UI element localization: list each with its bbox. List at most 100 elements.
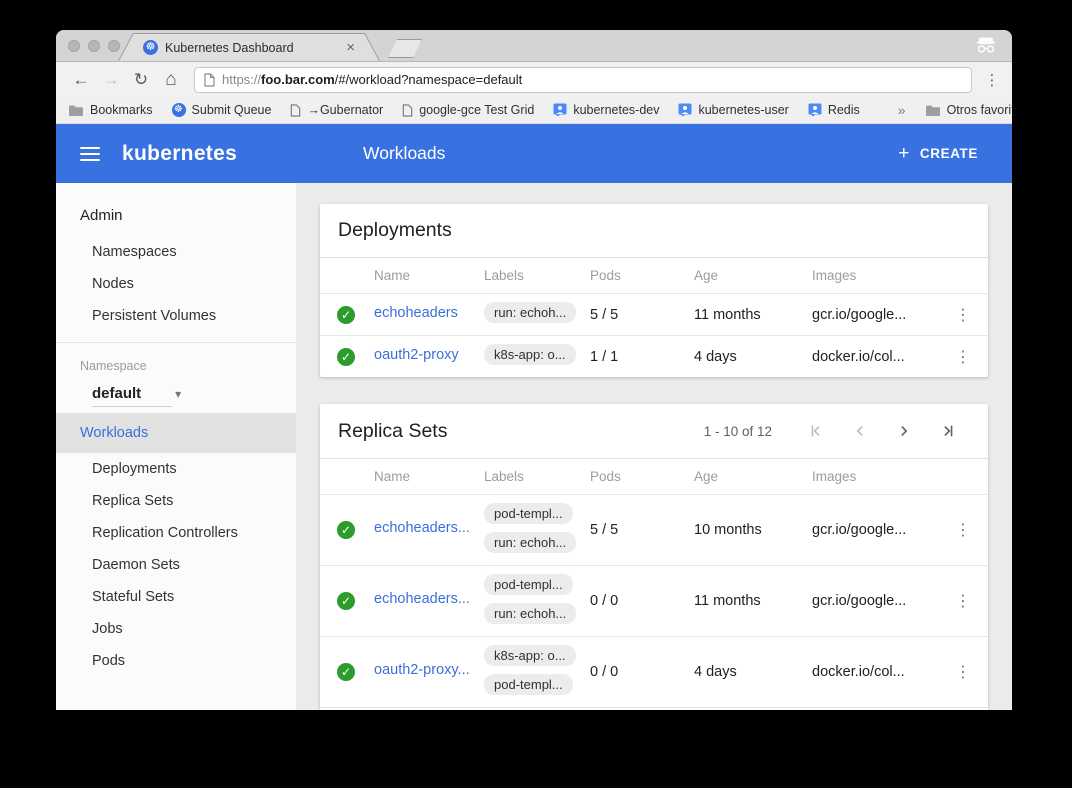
bookmark-kubernetes-dev[interactable]: kubernetes-dev <box>553 103 659 117</box>
column-header-name: Name <box>374 459 484 495</box>
sidebar-item-jobs[interactable]: Jobs <box>56 613 296 645</box>
browser-toolbar: ← → ↻ ⌂ https://foo.bar.com/#/workload?n… <box>56 62 1012 97</box>
replica-set-link[interactable]: echoheaders... <box>374 591 470 607</box>
namespace-underline <box>92 406 172 407</box>
address-bar[interactable]: https://foo.bar.com/#/workload?namespace… <box>194 67 972 93</box>
reload-icon[interactable]: ↻ <box>128 70 154 90</box>
groups-icon <box>808 103 822 117</box>
row-menu-icon[interactable]: ⋮ <box>942 662 984 682</box>
pods-cell: 5 / 5 <box>590 495 694 566</box>
bookmark-redis[interactable]: Redis <box>808 103 860 117</box>
home-icon[interactable]: ⌂ <box>158 69 184 91</box>
previous-page-icon[interactable] <box>838 419 882 443</box>
bookmark-label: kubernetes-user <box>698 103 788 117</box>
images-cell: gcr.io/google... <box>812 294 942 336</box>
bookmark-submit-queue[interactable]: ☸ Submit Queue <box>172 103 272 117</box>
row-menu-icon[interactable]: ⋮ <box>942 347 984 367</box>
page-icon <box>204 73 215 87</box>
sidebar: Admin Namespaces Nodes Persistent Volume… <box>56 183 296 710</box>
browser-menu-icon[interactable]: ⋮ <box>982 71 1002 89</box>
images-cell: gcr.io/google... <box>812 566 942 637</box>
sidebar-item-persistent-volumes[interactable]: Persistent Volumes <box>56 300 296 332</box>
column-header-labels: Labels <box>484 258 590 294</box>
table-row: ✓ oauth2-proxy k8s-app: o... 1 / 1 4 day… <box>320 336 988 378</box>
last-page-icon[interactable] <box>926 419 970 443</box>
kubernetes-icon: ☸ <box>172 103 186 117</box>
status-ok-icon: ✓ <box>337 306 355 324</box>
age-cell: 4 days <box>694 336 812 378</box>
pagination-range: 1 - 10 of 12 <box>704 424 772 439</box>
create-button[interactable]: + CREATE <box>888 135 988 173</box>
deployment-link[interactable]: echoheaders <box>374 305 458 321</box>
sidebar-item-replica-sets[interactable]: Replica Sets <box>56 485 296 517</box>
pods-cell: 1 / 1 <box>590 336 694 378</box>
pods-cell: 0 / 0 <box>590 566 694 637</box>
tab-title: Kubernetes Dashboard <box>165 41 339 55</box>
sidebar-item-deployments[interactable]: Deployments <box>56 453 296 485</box>
row-menu-icon[interactable]: ⋮ <box>942 591 984 611</box>
bookmark-label: kubernetes-dev <box>573 103 659 117</box>
deployments-table: Name Labels Pods Age Images ✓ echoheader… <box>320 258 988 377</box>
age-cell: 10 months <box>694 495 812 566</box>
pods-cell: 0 / 0 <box>590 637 694 708</box>
replica-set-link[interactable]: oauth2-proxy... <box>374 662 470 678</box>
bookmarks-overflow-icon[interactable]: » <box>898 102 906 118</box>
label-chip: pod-templ... <box>484 674 573 695</box>
sidebar-item-replication-controllers[interactable]: Replication Controllers <box>56 517 296 549</box>
title-bar: ☸ Kubernetes Dashboard × <box>56 30 1012 62</box>
url-domain: foo.bar.com <box>261 72 335 87</box>
url-scheme: https:// <box>222 72 261 87</box>
groups-icon <box>553 103 567 117</box>
close-button[interactable] <box>68 40 80 52</box>
page-icon <box>402 104 413 117</box>
tab-close-icon[interactable]: × <box>346 40 355 55</box>
new-tab-button[interactable] <box>388 39 422 58</box>
kubernetes-favicon-icon: ☸ <box>143 40 158 55</box>
replica-set-link[interactable]: echoheaders... <box>374 520 470 536</box>
sidebar-item-workloads[interactable]: Workloads <box>56 413 296 453</box>
pods-cell: 5 / 5 <box>590 294 694 336</box>
kubernetes-logo[interactable]: kubernetes <box>122 142 237 166</box>
status-ok-icon: ✓ <box>337 348 355 366</box>
first-page-icon[interactable] <box>794 419 838 443</box>
sidebar-item-nodes[interactable]: Nodes <box>56 268 296 300</box>
bookmark-kubernetes-user[interactable]: kubernetes-user <box>678 103 788 117</box>
status-ok-icon: ✓ <box>337 663 355 681</box>
label-chip: k8s-app: o... <box>484 645 576 666</box>
bookmark-label: google-gce Test Grid <box>419 103 534 117</box>
row-menu-icon[interactable]: ⋮ <box>942 520 984 540</box>
forward-icon[interactable]: → <box>98 70 124 90</box>
back-icon[interactable]: ← <box>68 70 94 90</box>
column-header-age: Age <box>694 258 812 294</box>
page-title: Workloads <box>363 143 445 164</box>
sidebar-item-pods[interactable]: Pods <box>56 645 296 677</box>
column-header-images: Images <box>812 459 942 495</box>
bookmark-bookmarks-folder[interactable]: Bookmarks <box>68 103 153 117</box>
bookmark-google-gce-test-grid[interactable]: google-gce Test Grid <box>402 103 534 117</box>
sidebar-item-namespaces[interactable]: Namespaces <box>56 236 296 268</box>
browser-tab[interactable]: ☸ Kubernetes Dashboard × <box>118 33 380 61</box>
bookmark-otros-favoritos[interactable]: Otros favoritos <box>925 103 1012 117</box>
next-page-icon[interactable] <box>882 419 926 443</box>
column-header-pods: Pods <box>590 459 694 495</box>
label-chip: pod-templ... <box>484 574 573 595</box>
bookmark-label: Submit Queue <box>192 103 272 117</box>
incognito-icon <box>974 36 998 59</box>
minimize-button[interactable] <box>88 40 100 52</box>
sidebar-section-admin[interactable]: Admin <box>56 193 296 236</box>
bookmark-label: Bookmarks <box>90 103 153 117</box>
hamburger-menu-icon[interactable] <box>80 147 100 161</box>
namespace-select[interactable]: default ▾ <box>56 377 296 406</box>
row-menu-icon[interactable]: ⋮ <box>942 305 984 325</box>
bookmark-gubernator[interactable]: →Gubernator <box>290 103 383 117</box>
deployment-link[interactable]: oauth2-proxy <box>374 347 459 363</box>
bookmark-label: Redis <box>828 103 860 117</box>
sidebar-item-stateful-sets[interactable]: Stateful Sets <box>56 581 296 613</box>
sidebar-item-daemon-sets[interactable]: Daemon Sets <box>56 549 296 581</box>
age-cell: 4 days <box>694 637 812 708</box>
age-cell: 4 days <box>694 708 812 711</box>
page-icon <box>290 104 301 117</box>
app-header: kubernetes Workloads + CREATE <box>56 124 1012 183</box>
namespace-value: default <box>92 385 141 402</box>
browser-window: ☸ Kubernetes Dashboard × ← → ↻ ⌂ https:/… <box>56 30 1012 710</box>
